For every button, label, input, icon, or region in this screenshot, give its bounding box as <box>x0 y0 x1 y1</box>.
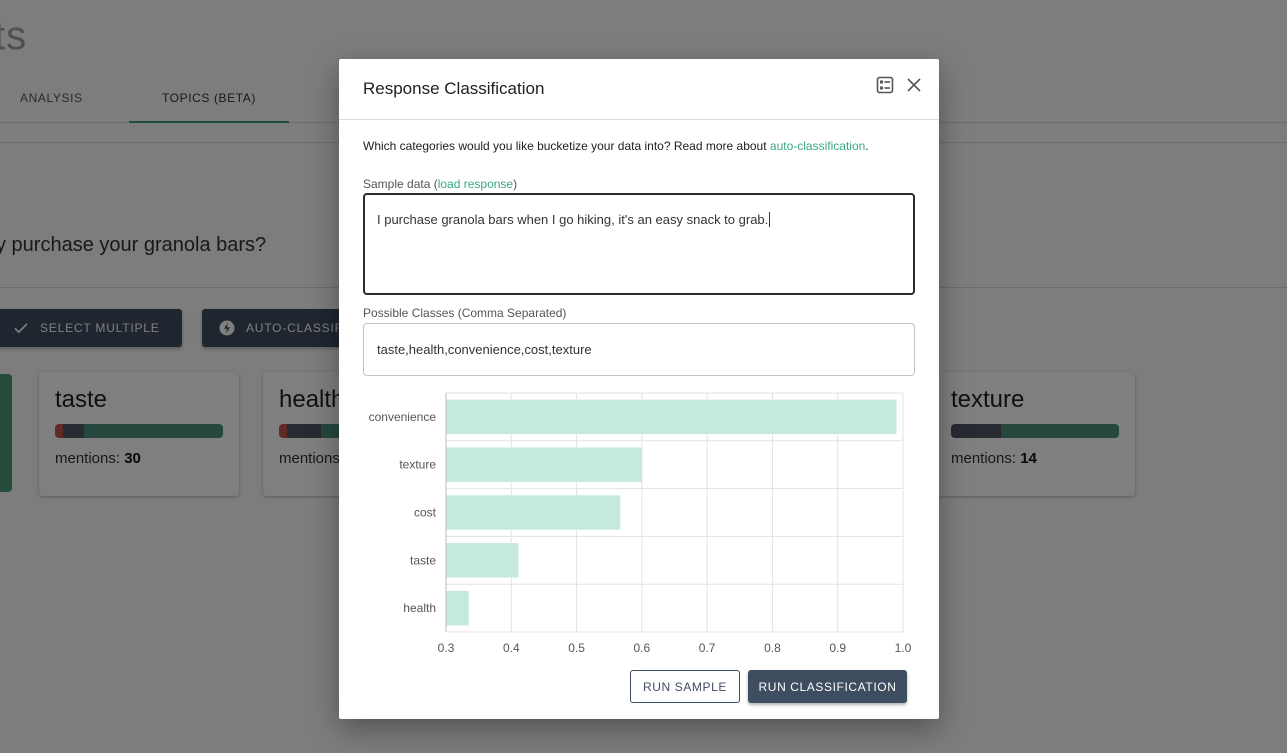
dialog-header: Response Classification <box>339 59 939 120</box>
sample-label-prefix: Sample data ( <box>363 177 438 191</box>
y-category-label: taste <box>410 553 436 567</box>
x-tick-label: 0.5 <box>568 641 585 655</box>
x-tick-label: 0.8 <box>764 641 781 655</box>
y-category-label: health <box>403 601 436 615</box>
run-classification-button[interactable]: RUN CLASSIFICATION <box>748 670 907 703</box>
sample-data-label: Sample data (load response) <box>363 177 517 191</box>
x-tick-label: 0.6 <box>634 641 651 655</box>
x-tick-label: 0.4 <box>503 641 520 655</box>
auto-classification-link[interactable]: auto-classification <box>770 139 865 153</box>
x-tick-label: 0.7 <box>699 641 716 655</box>
sample-label-suffix: ) <box>513 177 518 191</box>
x-tick-label: 0.9 <box>829 641 846 655</box>
classification-bar-chart: 0.3 0.4 0.5 0.6 0.7 0.8 0.9 1.0 convenience textu… <box>369 392 912 655</box>
y-category-label: convenience <box>369 410 437 424</box>
possible-classes-label: Possible Classes (Comma Separated) <box>363 306 567 320</box>
close-icon[interactable] <box>904 75 924 95</box>
intro-period: . <box>865 139 869 153</box>
text-caret <box>769 212 771 227</box>
bar-texture[interactable] <box>446 447 642 482</box>
bar-cost[interactable] <box>446 495 621 530</box>
y-category-label: texture <box>399 458 436 472</box>
x-tick-label: 1.0 <box>895 641 912 655</box>
sample-text: I purchase granola bars when I go hiking… <box>377 212 769 227</box>
possible-classes-input[interactable]: taste,health,convenience,cost,texture <box>363 323 915 376</box>
list-settings-icon[interactable] <box>875 75 895 95</box>
bar-taste[interactable] <box>446 543 519 578</box>
intro-text: Which categories would you like bucketiz… <box>363 139 869 153</box>
run-sample-button[interactable]: RUN SAMPLE <box>630 670 740 703</box>
sample-data-textarea[interactable]: I purchase granola bars when I go hiking… <box>363 193 915 295</box>
dialog-title: Response Classification <box>363 79 545 98</box>
intro-sentence: Which categories would you like bucketiz… <box>363 139 770 153</box>
bar-convenience[interactable] <box>446 399 897 435</box>
bar-health[interactable] <box>446 590 469 626</box>
load-response-link[interactable]: load response <box>438 177 513 191</box>
y-category-label: cost <box>414 506 437 520</box>
x-tick-label: 0.3 <box>438 641 455 655</box>
response-classification-dialog: Response Classification Which categories… <box>339 59 939 719</box>
